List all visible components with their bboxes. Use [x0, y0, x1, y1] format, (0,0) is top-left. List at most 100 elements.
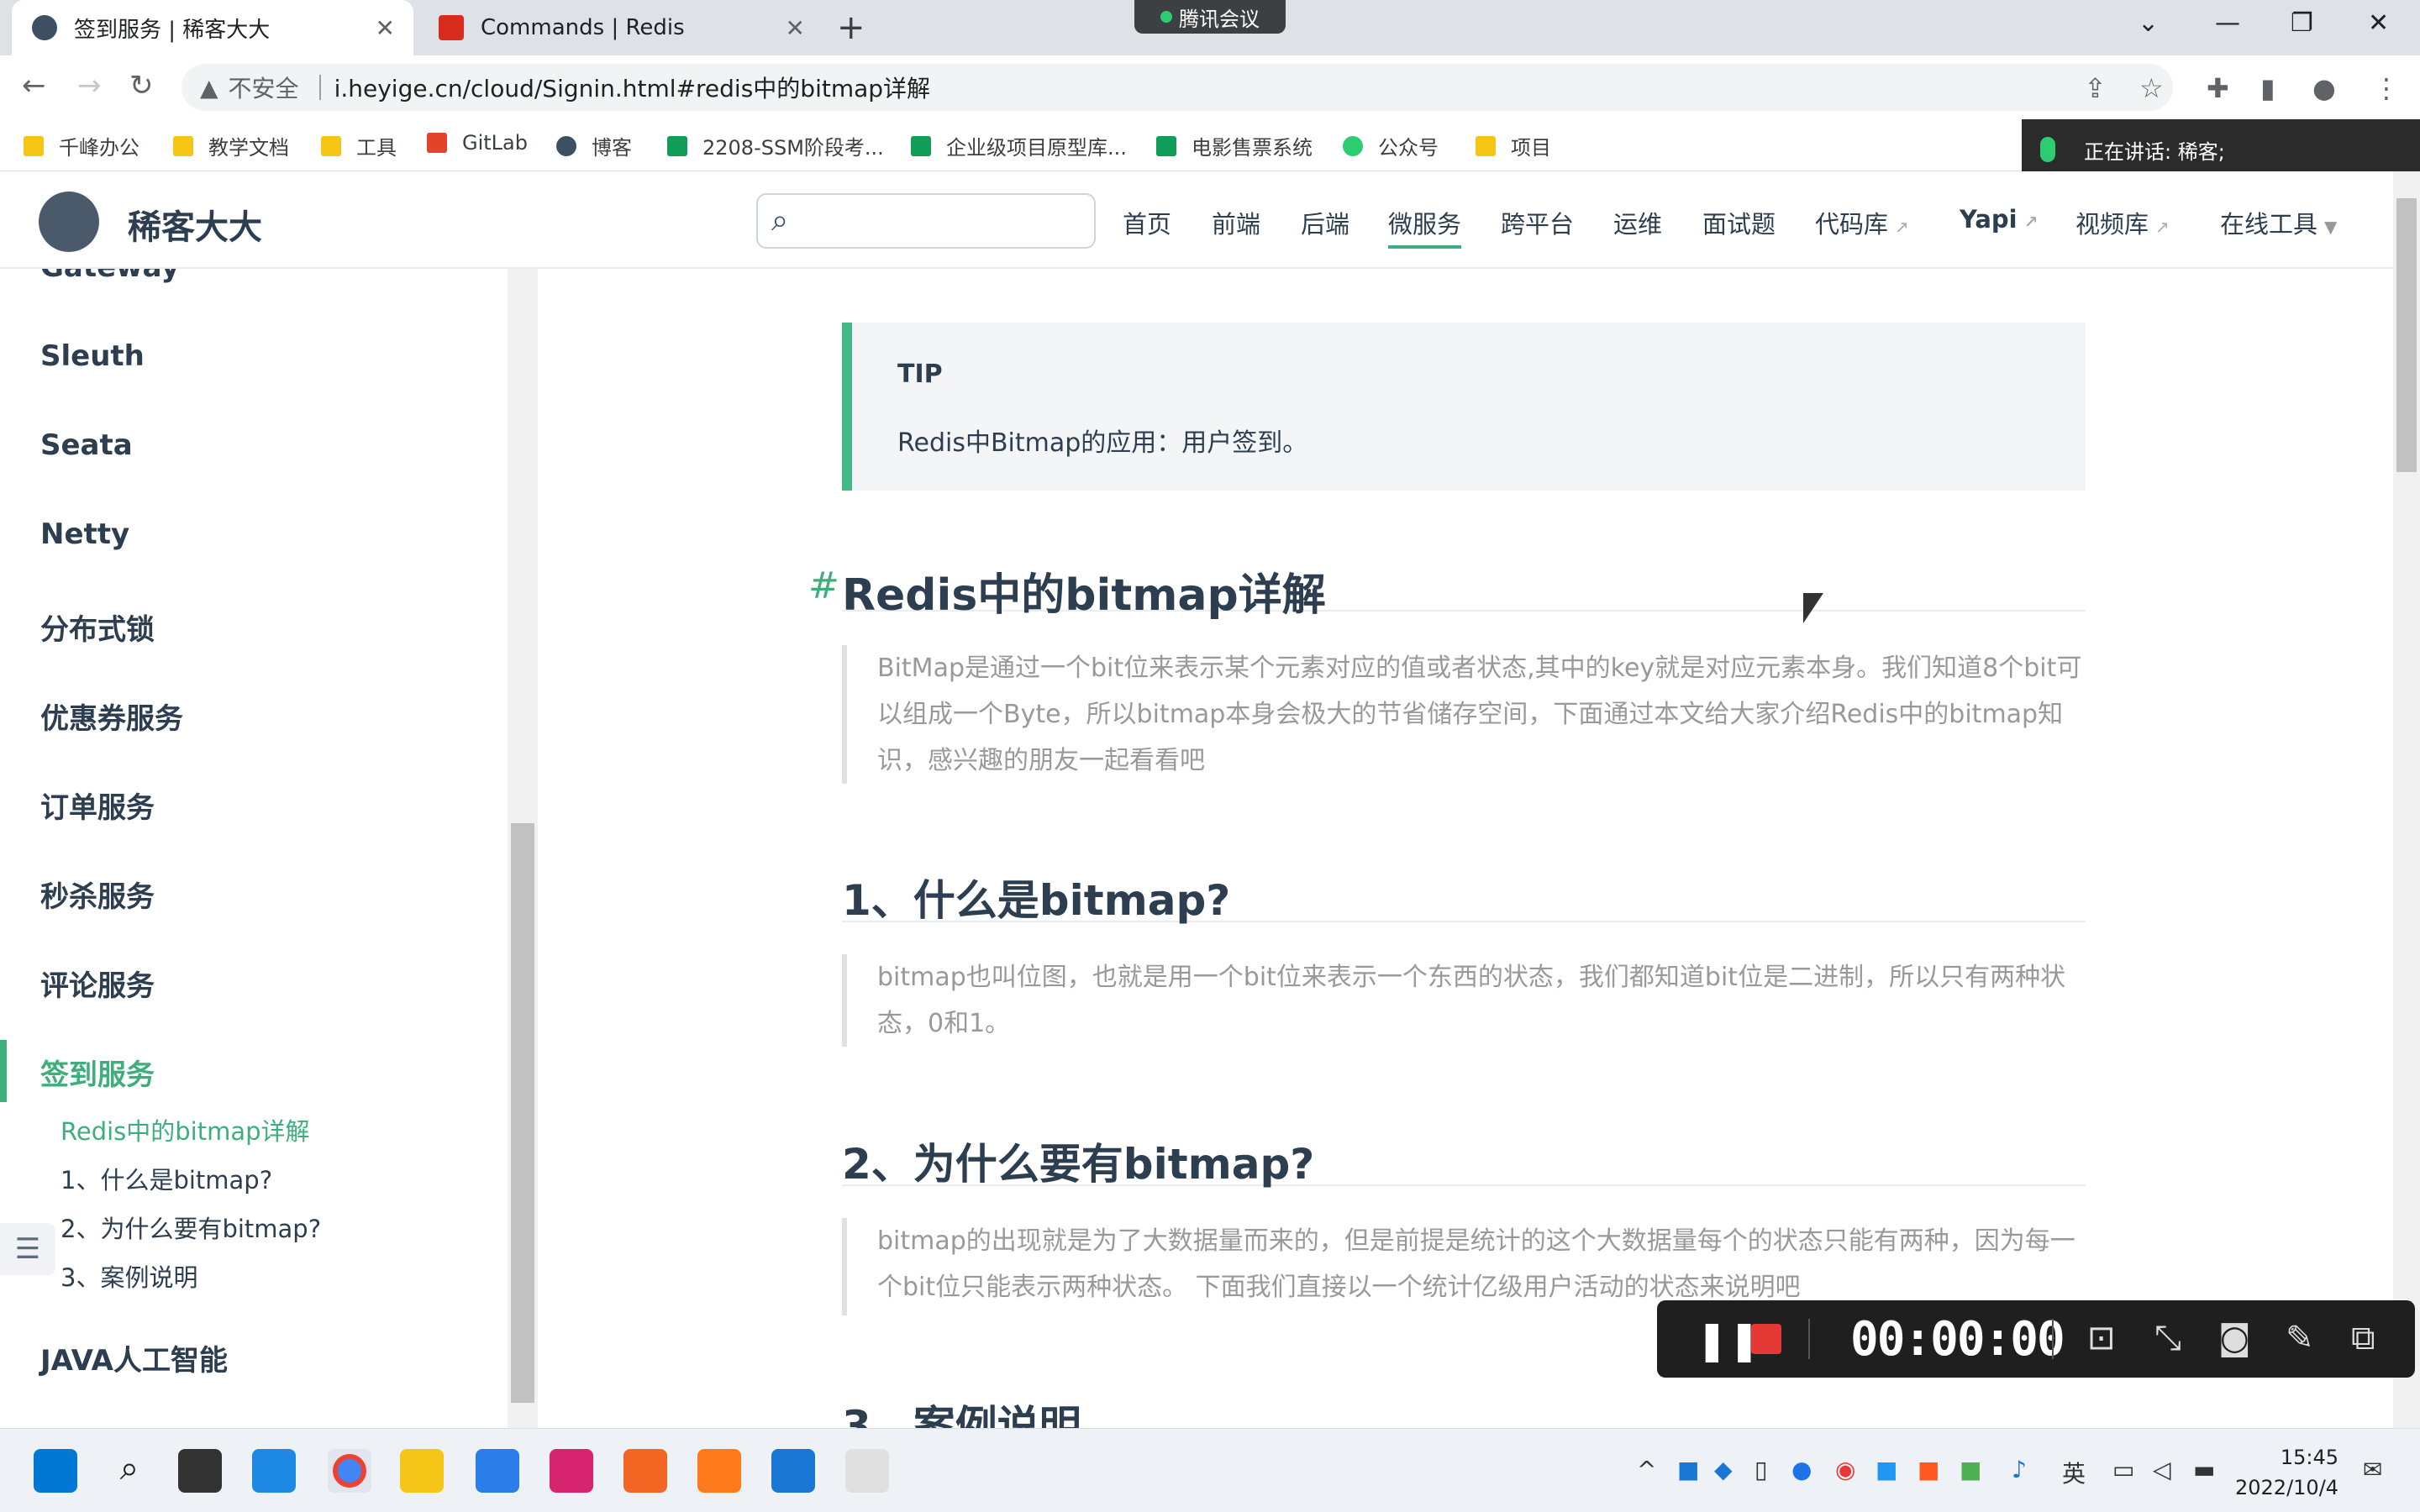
sidebar-item-signin[interactable]: 签到服务: [40, 1052, 155, 1093]
intellij-icon[interactable]: [550, 1449, 593, 1493]
insecure-label[interactable]: 不安全: [229, 71, 299, 104]
battery-icon[interactable]: ▬: [2193, 1456, 2215, 1483]
chrome-icon[interactable]: [328, 1449, 371, 1493]
extensions-puzzle-icon[interactable]: ✚: [2207, 72, 2229, 104]
nav-online-tools[interactable]: 在线工具 ▼: [2220, 205, 2337, 240]
sidebar-subitem-case[interactable]: 3、案例说明: [60, 1258, 197, 1294]
nav-microservices[interactable]: 微服务: [1388, 205, 1462, 249]
nav-home[interactable]: 首页: [1123, 205, 1171, 240]
region-capture-icon[interactable]: ⊡: [2087, 1319, 2116, 1357]
minimize-icon[interactable]: —: [2215, 8, 2240, 38]
tray-app-icon[interactable]: ■: [1918, 1456, 1939, 1483]
bookmark-item[interactable]: 企业级项目原型库...: [911, 131, 1127, 160]
sidebar-item-distributed-lock[interactable]: 分布式锁: [40, 606, 155, 648]
bookmark-item[interactable]: GitLab: [427, 131, 528, 155]
tray-chevron-icon[interactable]: ^: [1637, 1456, 1656, 1483]
sidebar-item-comment[interactable]: 评论服务: [40, 963, 155, 1004]
tray-app-icon[interactable]: ■: [1876, 1456, 1897, 1483]
shrink-icon[interactable]: ⤡: [2154, 1319, 2181, 1357]
sidebar-item-seckill[interactable]: 秒杀服务: [40, 874, 155, 915]
notification-icon[interactable]: ✉: [2363, 1456, 2382, 1483]
vscode-icon[interactable]: [252, 1449, 296, 1493]
sidebar-item-netty[interactable]: Netty: [40, 517, 129, 551]
toc-list-icon[interactable]: ☰: [0, 1223, 55, 1275]
tray-app-icon[interactable]: ◆: [1714, 1456, 1733, 1483]
sidebar-subitem-bitmap[interactable]: Redis中的bitmap详解: [60, 1112, 310, 1147]
pen-icon[interactable]: ✎: [2286, 1319, 2314, 1357]
volume-icon[interactable]: ◁: [2153, 1456, 2171, 1483]
nav-interview[interactable]: 面试题: [1702, 205, 1776, 240]
nav-cross-platform[interactable]: 跨平台: [1501, 205, 1574, 240]
header-anchor[interactable]: #: [808, 564, 839, 607]
camera-icon[interactable]: ◙: [2218, 1319, 2251, 1357]
tray-app-icon[interactable]: ■: [1960, 1456, 1981, 1483]
start-windows-icon[interactable]: [34, 1449, 77, 1493]
address-bar[interactable]: ▲ 不安全 i.heyige.cn/cloud/Signin.html#redi…: [182, 64, 2173, 111]
search-input[interactable]: ⌕: [756, 193, 1096, 249]
sidebar-subitem-why[interactable]: 2、为什么要有bitmap?: [60, 1210, 321, 1245]
meeting-app-icon[interactable]: [771, 1449, 815, 1493]
typora-icon[interactable]: [845, 1449, 889, 1493]
bookmark-item[interactable]: 公众号: [1343, 131, 1439, 160]
sidebar-item-java-ai[interactable]: JAVA人工智能: [40, 1337, 228, 1378]
restore-icon[interactable]: ❐: [2291, 8, 2313, 38]
share-icon[interactable]: ⇪: [2084, 72, 2107, 104]
system-clock[interactable]: 15:45 2022/10/4: [2235, 1442, 2338, 1503]
page-scrollbar-thumb[interactable]: [2396, 198, 2417, 472]
tray-record-icon[interactable]: ◉: [1835, 1456, 1855, 1483]
profile-avatar-icon[interactable]: ●: [2312, 72, 2336, 104]
stop-record-icon[interactable]: [1751, 1324, 1781, 1354]
side-panel-icon[interactable]: ▮: [2260, 72, 2275, 104]
menu-kebab-icon[interactable]: ⋮: [2373, 72, 2400, 104]
bookmark-item[interactable]: 教学文档: [173, 131, 289, 160]
site-title[interactable]: 稀客大大: [128, 200, 262, 249]
bookmark-item[interactable]: 2208-SSM阶段考...: [667, 131, 884, 160]
tray-usb-icon[interactable]: ▯: [1754, 1456, 1767, 1483]
window-close-icon[interactable]: ✕: [2368, 8, 2389, 38]
network-icon[interactable]: ▭: [2112, 1456, 2134, 1483]
site-avatar[interactable]: [39, 192, 99, 252]
nav-ops[interactable]: 运维: [1613, 205, 1662, 240]
url-text[interactable]: i.heyige.cn/cloud/Signin.html#redis中的bit…: [334, 71, 930, 104]
sublime-icon[interactable]: [623, 1449, 667, 1493]
tab-redis-commands[interactable]: Commands | Redis ✕: [418, 0, 823, 55]
nav-code-repo[interactable]: 代码库 ↗: [1815, 205, 1909, 240]
back-arrow-icon[interactable]: ←: [22, 69, 46, 102]
sidebar-item-order[interactable]: 订单服务: [40, 785, 155, 826]
nav-frontend[interactable]: 前端: [1212, 205, 1260, 240]
close-icon[interactable]: ✕: [376, 14, 395, 42]
warning-icon[interactable]: ▲: [200, 74, 218, 102]
sidebar-item-sleuth[interactable]: Sleuth: [40, 339, 145, 373]
sidebar-item-coupon[interactable]: 优惠券服务: [40, 696, 183, 737]
tray-app-icon[interactable]: ■: [1677, 1456, 1699, 1483]
tongxin-icon[interactable]: [697, 1449, 741, 1493]
tray-app-icon[interactable]: ●: [1791, 1456, 1812, 1483]
popout-icon[interactable]: ⧉: [2351, 1319, 2375, 1357]
ime-indicator[interactable]: 英: [2062, 1456, 2086, 1489]
lark-icon[interactable]: [476, 1449, 519, 1493]
bookmark-item[interactable]: 工具: [321, 131, 397, 160]
nav-video[interactable]: 视频库 ↗: [2075, 205, 2170, 240]
tray-microphone-icon[interactable]: ♪: [2012, 1456, 2027, 1483]
nav-yapi[interactable]: Yapi ↗: [1960, 205, 2038, 234]
file-explorer-icon[interactable]: [400, 1449, 444, 1493]
bookmark-item[interactable]: 电影售票系统: [1156, 131, 1313, 160]
sidebar-item-seata[interactable]: Seata: [40, 428, 133, 462]
forward-arrow-icon[interactable]: →: [77, 69, 102, 102]
task-view-icon[interactable]: [178, 1449, 222, 1493]
bookmark-item[interactable]: 项目: [1476, 131, 1551, 160]
reload-icon[interactable]: ↻: [129, 69, 154, 102]
meeting-badge[interactable]: 腾讯会议: [1134, 0, 1286, 34]
close-icon[interactable]: ✕: [786, 14, 805, 42]
nav-backend[interactable]: 后端: [1301, 205, 1349, 240]
new-tab-plus-icon[interactable]: +: [837, 8, 865, 47]
tab-signin[interactable]: 签到服务 | 稀客大大 ✕: [12, 0, 413, 55]
search-icon[interactable]: ⌕: [108, 1449, 151, 1493]
bookmark-item[interactable]: 博客: [556, 131, 632, 160]
bookmark-item[interactable]: 千峰办公: [24, 131, 139, 160]
sidebar-item-gateway[interactable]: Gateway: [40, 269, 180, 284]
sidebar-subitem-what[interactable]: 1、什么是bitmap?: [60, 1161, 272, 1196]
sidebar-scrollbar-thumb[interactable]: [511, 823, 534, 1403]
tab-search-chevron-icon[interactable]: ⌄: [2138, 8, 2159, 38]
star-icon[interactable]: ☆: [2139, 72, 2164, 104]
